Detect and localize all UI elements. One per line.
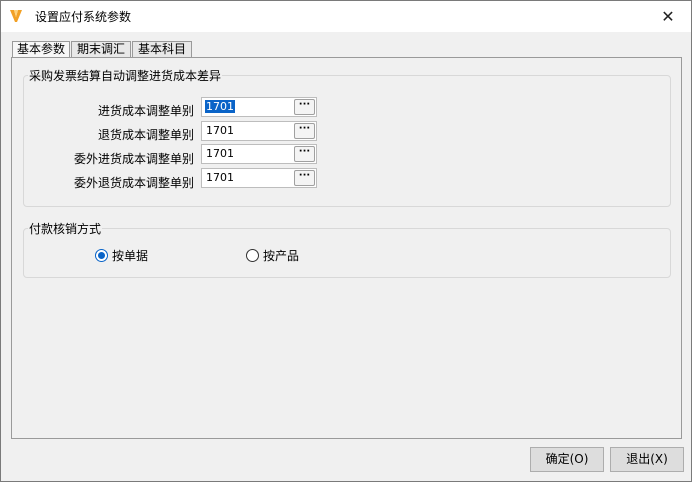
tab-basic-accounts[interactable]: 基本科目 [132, 41, 192, 57]
purchase-cost-adjust-label: 进货成本调整单别 [97, 104, 194, 118]
by-document-label[interactable]: 按单据 [112, 247, 148, 264]
by-document-radio[interactable] [95, 249, 108, 262]
title-bar: 设置应付系统参数 ✕ [1, 1, 691, 32]
return-cost-adjust-field[interactable]: 1701 ··· [201, 121, 317, 141]
outsource-return-cost-adjust-value: 1701 [206, 171, 234, 184]
payment-writeoff-group: 付款核销方式 按单据 按产品 [23, 220, 671, 278]
outsource-purchase-cost-adjust-label: 委外进货成本调整单别 [73, 152, 194, 166]
window-title: 设置应付系统参数 [35, 10, 132, 24]
by-product-radio[interactable] [246, 249, 259, 262]
close-button[interactable]: ✕ [645, 1, 691, 32]
return-cost-adjust-label: 退货成本调整单别 [97, 128, 194, 142]
outsource-return-cost-adjust-field[interactable]: 1701 ··· [201, 168, 317, 188]
purchase-cost-adjust-browse-button[interactable]: ··· [294, 99, 315, 115]
outsource-purchase-cost-adjust-browse-button[interactable]: ··· [294, 146, 315, 162]
close-icon: ✕ [661, 7, 675, 26]
outsource-purchase-cost-adjust-field[interactable]: 1701 ··· [201, 144, 317, 164]
payment-writeoff-group-title: 付款核销方式 [28, 220, 103, 237]
invoice-settlement-group-title: 采购发票结算自动调整进货成本差异 [28, 67, 223, 84]
tab-panel-basic-params: 采购发票结算自动调整进货成本差异 进货成本调整单别 1701 ··· 退货成本调… [11, 57, 682, 439]
exit-button[interactable]: 退出(X) [610, 447, 684, 472]
app-logo-icon [9, 9, 23, 23]
return-cost-adjust-browse-button[interactable]: ··· [294, 123, 315, 139]
purchase-cost-adjust-value: 1701 [205, 100, 235, 113]
tab-period-end-adjust[interactable]: 期末调汇 [71, 41, 131, 57]
ok-button[interactable]: 确定(O) [530, 447, 604, 472]
outsource-return-cost-adjust-browse-button[interactable]: ··· [294, 170, 315, 186]
return-cost-adjust-value: 1701 [206, 124, 234, 137]
outsource-return-cost-adjust-label: 委外退货成本调整单别 [73, 176, 194, 190]
purchase-cost-adjust-field[interactable]: 1701 ··· [201, 97, 317, 117]
invoice-settlement-group: 采购发票结算自动调整进货成本差异 进货成本调整单别 1701 ··· 退货成本调… [23, 67, 671, 207]
dialog-window: 设置应付系统参数 ✕ 基本参数 期末调汇 基本科目 采购发票结算自动调整进货成本… [0, 0, 692, 482]
by-product-label[interactable]: 按产品 [263, 247, 299, 264]
tab-basic-params[interactable]: 基本参数 [12, 41, 70, 58]
outsource-purchase-cost-adjust-value: 1701 [206, 147, 234, 160]
